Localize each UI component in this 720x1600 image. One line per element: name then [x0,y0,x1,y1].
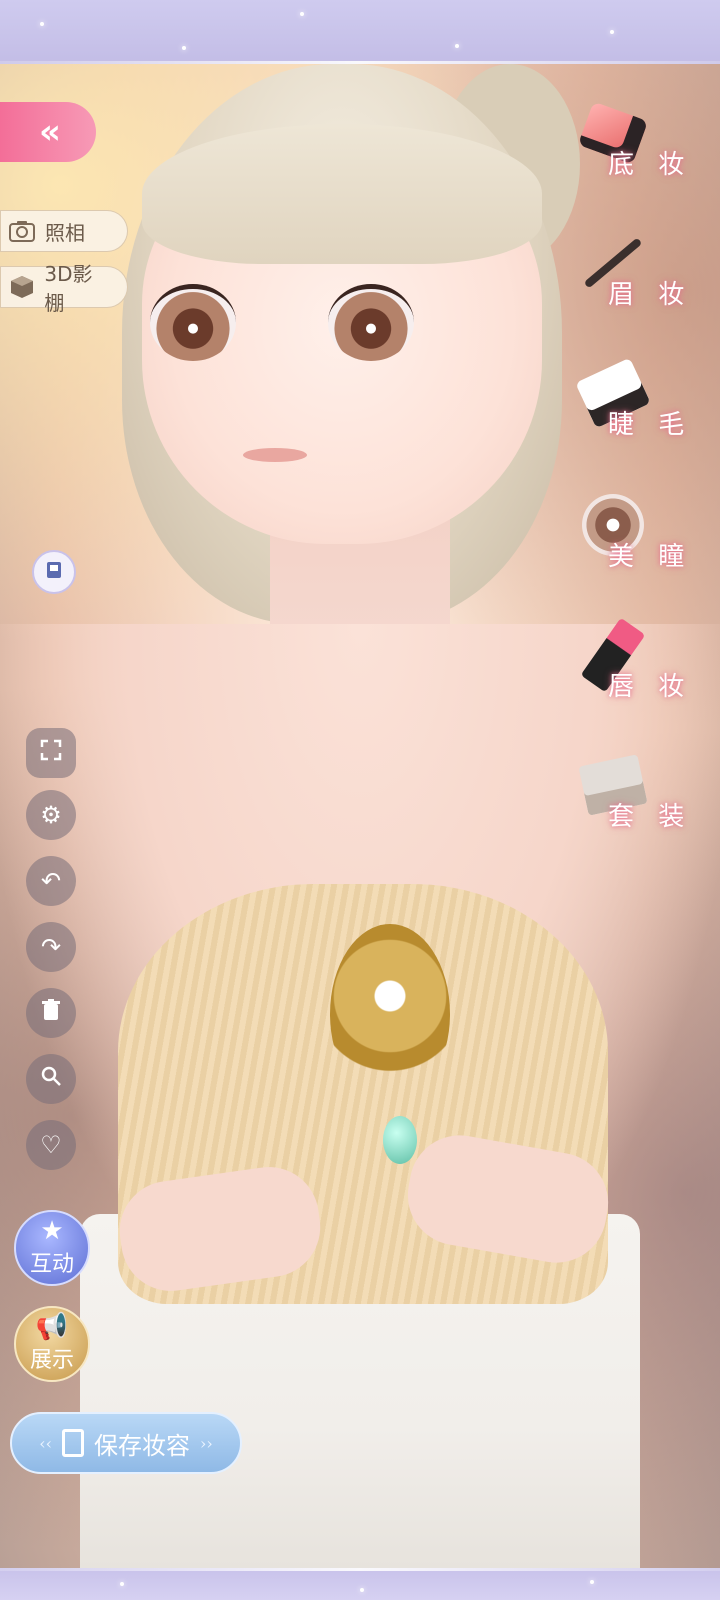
redo-button[interactable]: ↷ [26,922,76,972]
favorite-button[interactable]: ♡ [26,1120,76,1170]
save-makeup-button[interactable]: ‹‹ 保存妆容 ›› [10,1412,242,1474]
outfit-toggle-button[interactable] [32,550,76,594]
bottom-frame [0,1568,720,1600]
camera-icon [7,218,37,244]
photo-button-label: 照相 [45,220,85,245]
character-lips [243,448,307,462]
outfit-icon [43,559,65,586]
cube-icon [7,274,36,300]
megaphone-icon: 📢 [35,1312,69,1342]
search-button[interactable] [26,1054,76,1104]
gear-icon: ⚙ [40,801,62,829]
document-icon [62,1429,84,1457]
right-arrows-icon: ›› [200,1433,213,1453]
back-button-label: « [39,112,61,152]
fullscreen-button[interactable] [26,728,76,778]
undo-button[interactable]: ↶ [26,856,76,906]
menu-eyebrow[interactable]: 眉 妆 [568,228,708,328]
back-button[interactable]: « [0,102,96,162]
menu-foundation[interactable]: 底 妆 [568,98,708,198]
left-eye [150,284,236,361]
menu-contact-lens[interactable]: 美 瞳 [568,490,708,590]
top-frame [0,0,720,64]
right-eye [328,284,414,361]
photo-button[interactable]: 照相 [0,210,128,252]
show-label: 展示 [29,1348,74,1373]
menu-eyelash-label: 睫 毛 [608,410,693,440]
interact-button[interactable]: ★ 互动 [14,1210,90,1286]
menu-makeup-set[interactable]: 套 装 [568,750,708,850]
redo-icon: ↷ [40,933,62,961]
bodice-jewel [330,924,450,1104]
left-arrows-icon: ‹‹ [39,1433,52,1453]
settings-button[interactable]: ⚙ [26,790,76,840]
menu-foundation-label: 底 妆 [608,150,693,180]
delete-button[interactable] [26,988,76,1038]
menu-lipstick[interactable]: 唇 妆 [568,617,708,720]
star-icon: ★ [40,1216,64,1246]
studio-3d-button[interactable]: 3D影棚 [0,262,128,315]
menu-eyebrow-label: 眉 妆 [608,280,693,310]
save-makeup-label: 保存妆容 [94,1431,190,1460]
undo-icon: ↶ [40,867,62,895]
heart-icon: ♡ [40,1131,62,1159]
character-bangs [142,124,542,264]
menu-lipstick-label: 唇 妆 [608,672,693,702]
interact-label: 互动 [29,1252,74,1277]
menu-contact-lens-label: 美 瞳 [608,542,693,572]
show-button[interactable]: 📢 展示 [14,1306,90,1382]
menu-eyelash[interactable]: 睫 毛 [568,357,708,458]
teal-gem [383,1116,417,1164]
studio-button-label: 3D影棚 [44,262,93,315]
search-icon [40,1065,62,1093]
menu-makeup-set-label: 套 装 [608,802,693,832]
trash-icon [41,999,61,1027]
expand-icon [40,739,62,767]
